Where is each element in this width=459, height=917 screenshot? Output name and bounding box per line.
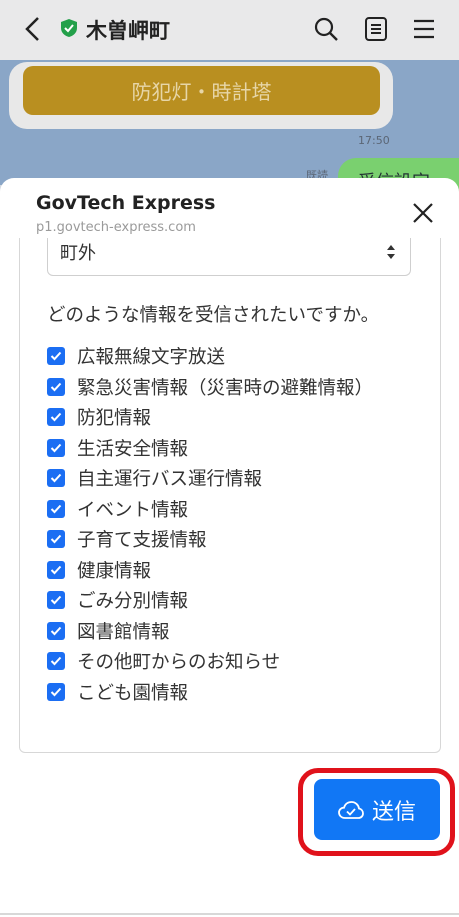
checkmark-icon	[50, 657, 62, 666]
select-updown-icon	[387, 245, 395, 259]
checkmark-icon	[50, 382, 62, 392]
cloud-check-icon	[338, 800, 364, 819]
search-icon[interactable]	[313, 16, 339, 42]
checkbox-option[interactable]: 図書館情報	[47, 616, 373, 647]
checkbox[interactable]	[47, 469, 65, 488]
checkbox[interactable]	[47, 377, 65, 396]
checkmark-icon	[50, 413, 62, 422]
checkbox[interactable]	[47, 347, 65, 366]
checkbox-label: 図書館情報	[77, 621, 170, 643]
checkbox[interactable]	[47, 408, 65, 427]
checkbox[interactable]	[47, 591, 65, 610]
checkbox-list: 広報無線文字放送緊急災害情報（災害時の避難情報） 防犯情報生活安全情報自主運行バス…	[47, 341, 373, 707]
checkmark-icon	[50, 565, 62, 575]
checkbox-option[interactable]: 生活安全情報	[47, 433, 373, 464]
checkbox-option[interactable]: その他町からのお知らせ	[47, 646, 373, 677]
checkbox-label: 緊急災害情報（災害時の避難情報）	[77, 377, 374, 399]
checkbox-option[interactable]: 防犯情報	[47, 402, 373, 433]
area-select[interactable]: 町外	[47, 238, 411, 276]
checkbox[interactable]	[47, 499, 65, 518]
checkmark-icon	[50, 443, 62, 453]
checkbox-option[interactable]: 子育て支援情報	[47, 524, 373, 555]
chat-title: 木曽岬町	[86, 19, 170, 43]
checkmark-icon	[50, 535, 62, 544]
bottom-divider	[0, 913, 459, 915]
checkmark-icon	[50, 626, 62, 636]
sheet-title: GovTech Express	[36, 192, 216, 214]
menu-icon[interactable]	[411, 16, 437, 42]
checkbox-option[interactable]: 健康情報	[47, 555, 373, 586]
checkbox-option[interactable]: ごみ分別情報	[47, 585, 373, 616]
checkbox[interactable]	[47, 438, 65, 457]
checkbox-label: 自主運行バス運行情報	[77, 469, 263, 491]
checkmark-icon	[50, 596, 62, 605]
checkmark-icon	[50, 474, 62, 483]
verified-shield-icon	[61, 19, 77, 37]
checkbox-label: 子育て支援情報	[77, 530, 207, 552]
checkmark-icon	[50, 687, 62, 697]
checkbox-label: ごみ分別情報	[77, 591, 189, 613]
question-label: どのような情報を受信されたいですか。	[47, 305, 380, 326]
checkbox[interactable]	[47, 560, 65, 579]
send-button[interactable]: 送信	[314, 779, 440, 840]
close-icon[interactable]	[410, 200, 436, 226]
app-header: 木曽岬町	[0, 0, 459, 60]
checkbox-option[interactable]: 広報無線文字放送	[47, 341, 373, 372]
checkbox[interactable]	[47, 682, 65, 701]
message-time: 17:50	[358, 134, 390, 147]
checkbox-label: 広報無線文字放送	[77, 347, 226, 369]
checkbox-option[interactable]: 自主運行バス運行情報	[47, 463, 373, 494]
checkbox-label: イベント情報	[77, 499, 189, 521]
checkbox-label: その他町からのお知らせ	[77, 652, 281, 674]
back-arrow-icon[interactable]	[22, 14, 44, 44]
checkbox-option[interactable]: こども園情報	[47, 677, 373, 708]
form-card: 町外 どのような情報を受信されたいですか。 広報無線文字放送緊急災害情報（災害時…	[19, 238, 441, 753]
checkbox-label: 生活安全情報	[77, 438, 189, 460]
bubble-action-button[interactable]: 防犯灯・時計塔	[23, 66, 380, 115]
checkbox-label: こども園情報	[77, 682, 189, 704]
checkbox[interactable]	[47, 530, 65, 549]
checkbox-label: 健康情報	[77, 560, 152, 582]
area-select-value: 町外	[60, 243, 96, 264]
checkbox[interactable]	[47, 652, 65, 671]
checkbox[interactable]	[47, 621, 65, 640]
checkbox-option[interactable]: イベント情報	[47, 494, 373, 525]
send-button-label: 送信	[371, 799, 416, 825]
sheet-url: p1.govtech-express.com	[36, 220, 196, 235]
checkmark-icon	[50, 352, 62, 361]
checkbox-label: 防犯情報	[77, 408, 152, 430]
checkbox-option[interactable]: 緊急災害情報（災害時の避難情報）	[47, 372, 373, 403]
notes-icon[interactable]	[363, 16, 389, 42]
checkmark-icon	[50, 504, 62, 514]
